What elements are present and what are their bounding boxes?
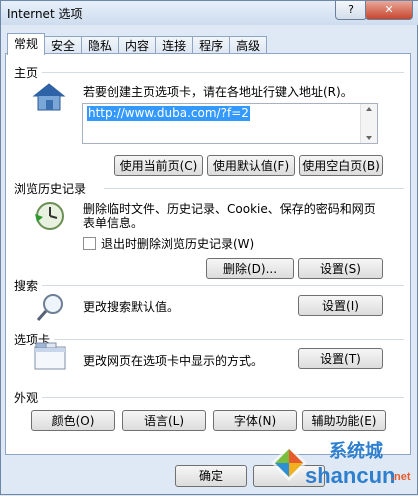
title-bar: Internet 选项 ? ✕ (1, 1, 418, 25)
delete-on-exit-label: 退出时删除浏览历史记录(W) (101, 237, 255, 251)
windows-logo-icon (271, 445, 307, 481)
home-url-text: http://www.duba.com/?f=2 (87, 106, 250, 121)
search-settings-button[interactable]: 设置(I) (298, 295, 383, 316)
home-divider (42, 72, 404, 73)
watermark-suffix: .net (391, 471, 411, 483)
tab-general[interactable]: 常规 (7, 33, 46, 55)
home-description: 若要创建主页选项卡，请在各地址行键入地址(R)。 (83, 85, 353, 99)
help-button[interactable]: ? (335, 1, 367, 20)
delete-on-exit-checkbox[interactable] (83, 237, 96, 250)
house-icon (32, 82, 66, 115)
fonts-button[interactable]: 字体(N) (213, 410, 297, 431)
use-blank-button[interactable]: 使用空白页(B) (299, 155, 383, 176)
ok-button[interactable]: 确定 (175, 465, 247, 487)
use-current-button[interactable]: 使用当前页(C) (114, 155, 203, 176)
search-divider (42, 285, 404, 286)
window-title: Internet 选项 (7, 7, 83, 21)
tabs-description: 更改网页在选项卡中显示的方式。 (83, 354, 264, 368)
tabs-settings-button[interactable]: 设置(T) (298, 348, 383, 369)
internet-options-window: Internet 选项 ? ✕ 常规 安全 隐私 内容 连接 程序 高级 主页 … (0, 0, 418, 495)
languages-button[interactable]: 语言(L) (122, 410, 206, 431)
home-section-title: 主页 (14, 66, 39, 80)
delete-history-button[interactable]: 删除(D)... (206, 258, 294, 279)
watermark-site: shancun (305, 463, 396, 488)
tabs-divider (54, 339, 404, 340)
history-clock-icon (34, 200, 66, 235)
appearance-divider (42, 397, 404, 398)
history-section-title: 浏览历史记录 (14, 182, 87, 196)
history-divider (104, 188, 404, 189)
tab-strip: 常规 安全 隐私 内容 连接 程序 高级 (7, 33, 268, 55)
appearance-section-title: 外观 (14, 391, 39, 405)
colors-button[interactable]: 颜色(O) (31, 410, 115, 431)
use-default-button[interactable]: 使用默认值(F) (207, 155, 295, 176)
general-tab-panel: 主页 若要创建主页选项卡，请在各地址行键入地址(R)。 http://www.d… (5, 53, 411, 455)
home-url-textarea[interactable]: http://www.duba.com/?f=2 (82, 103, 378, 144)
url-scrollbar[interactable] (360, 104, 377, 143)
history-description-line2: 表单信息。 (83, 216, 144, 230)
magnifier-icon (36, 292, 66, 325)
search-section-title: 搜索 (14, 279, 39, 293)
history-settings-button[interactable]: 设置(S) (298, 258, 383, 279)
accessibility-button[interactable]: 辅助功能(E) (302, 410, 386, 431)
search-description: 更改搜索默认值。 (83, 300, 180, 314)
watermark-brand: 系统城 (329, 441, 383, 461)
watermark: 系统城 shancun .net (269, 431, 418, 496)
tabbed-window-icon (34, 342, 66, 373)
close-button[interactable]: ✕ (365, 1, 413, 20)
